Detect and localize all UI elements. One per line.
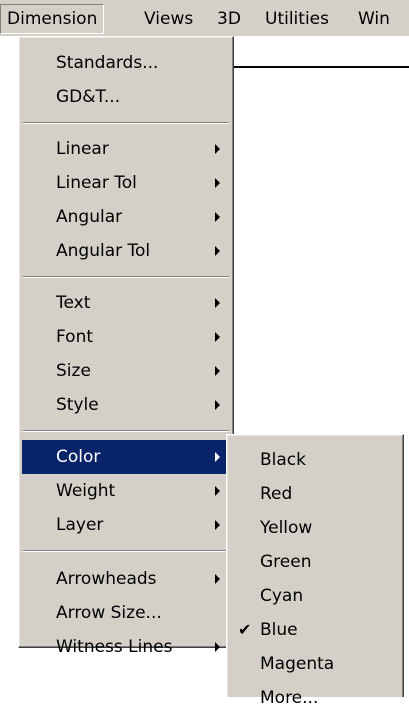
menu-item-label: Arrowheads [56, 569, 157, 589]
menu-item-label: Style [56, 395, 99, 415]
menu-item-arrow-size[interactable]: Arrow Size... [22, 596, 230, 630]
menu-separator [23, 276, 229, 278]
menu-item-label: Witness Lines [56, 637, 173, 657]
submenu-arrow-icon [215, 574, 220, 584]
menu-separator [23, 122, 229, 124]
dimension-menu: Standards... GD&T... Linear Linear Tol A… [18, 36, 234, 657]
menu-item-arrowheads[interactable]: Arrowheads [22, 562, 230, 596]
menu-separator [23, 550, 229, 552]
menu-item-text[interactable]: Text [22, 286, 230, 320]
menu-item-label: Arrow Size... [56, 603, 162, 623]
submenu-arrow-icon [215, 144, 220, 154]
menu-dimension[interactable]: Dimension [0, 4, 105, 34]
menu-item-label: Size [56, 361, 91, 381]
menu-item-style[interactable]: Style [22, 388, 230, 422]
menu-item-gdt[interactable]: GD&T... [22, 80, 230, 114]
submenu-arrow-icon [215, 212, 220, 222]
menu-item-witness-lines[interactable]: Witness Lines [22, 630, 230, 657]
submenu-arrow-icon [215, 486, 220, 496]
submenu-arrow-icon [215, 246, 220, 256]
submenu-arrow-icon [215, 642, 220, 652]
menu-item-label: Magenta [260, 654, 335, 674]
submenu-arrow-icon [215, 400, 220, 410]
menu-item-label: GD&T... [56, 87, 121, 107]
document-area-border [230, 66, 409, 68]
color-submenu: Black Red Yellow Green Cyan ✔ Blue Magen… [226, 434, 404, 708]
menu-item-label: Cyan [260, 586, 304, 606]
menu-item-label: Standards... [56, 53, 159, 73]
menu-item-font[interactable]: Font [22, 320, 230, 354]
menu-item-label: Linear Tol [56, 173, 137, 193]
menu-item-label: Layer [56, 515, 104, 535]
menu-item-layer[interactable]: Layer [22, 508, 230, 542]
menu-item-label: More... [260, 688, 319, 708]
menu-bar: Dimension Views 3D Utilities Win [0, 0, 409, 36]
color-option-magenta[interactable]: Magenta [230, 647, 400, 681]
menu-item-label: Color [56, 447, 101, 467]
menu-separator [23, 430, 229, 432]
color-option-black[interactable]: Black [230, 443, 400, 477]
menu-item-size[interactable]: Size [22, 354, 230, 388]
menu-item-label: Angular Tol [56, 241, 151, 261]
menu-item-label: Yellow [260, 518, 313, 538]
color-option-more[interactable]: More... [230, 681, 400, 715]
color-option-red[interactable]: Red [230, 477, 400, 511]
checkmark-icon: ✔ [238, 620, 252, 639]
menu-item-label: Font [56, 327, 94, 347]
menu-item-color[interactable]: Color [22, 440, 230, 474]
menu-item-weight[interactable]: Weight [22, 474, 230, 508]
menu-item-label: Text [56, 293, 91, 313]
menu-window[interactable]: Win [352, 4, 396, 34]
menu-utilities[interactable]: Utilities [259, 4, 335, 34]
color-option-cyan[interactable]: Cyan [230, 579, 400, 613]
color-option-green[interactable]: Green [230, 545, 400, 579]
menu-item-label: Angular [56, 207, 123, 227]
color-option-blue[interactable]: ✔ Blue [230, 613, 400, 647]
menu-item-standards[interactable]: Standards... [22, 46, 230, 80]
menu-item-label: Weight [56, 481, 116, 501]
menu-3d[interactable]: 3D [211, 4, 247, 34]
menu-item-angular-tol[interactable]: Angular Tol [22, 234, 230, 268]
menu-item-label: Green [260, 552, 312, 572]
menu-item-label: Black [260, 450, 306, 470]
menu-item-label: Linear [56, 139, 109, 159]
menu-item-label: Blue [260, 620, 298, 640]
menu-item-linear[interactable]: Linear [22, 132, 230, 166]
submenu-arrow-icon [215, 520, 220, 530]
menu-item-linear-tol[interactable]: Linear Tol [22, 166, 230, 200]
menu-item-angular[interactable]: Angular [22, 200, 230, 234]
submenu-arrow-icon [215, 366, 220, 376]
submenu-arrow-icon [215, 298, 220, 308]
submenu-arrow-icon [215, 178, 220, 188]
submenu-arrow-icon [215, 452, 220, 462]
menu-views[interactable]: Views [138, 4, 199, 34]
color-option-yellow[interactable]: Yellow [230, 511, 400, 545]
menu-item-label: Red [260, 484, 293, 504]
submenu-arrow-icon [215, 332, 220, 342]
